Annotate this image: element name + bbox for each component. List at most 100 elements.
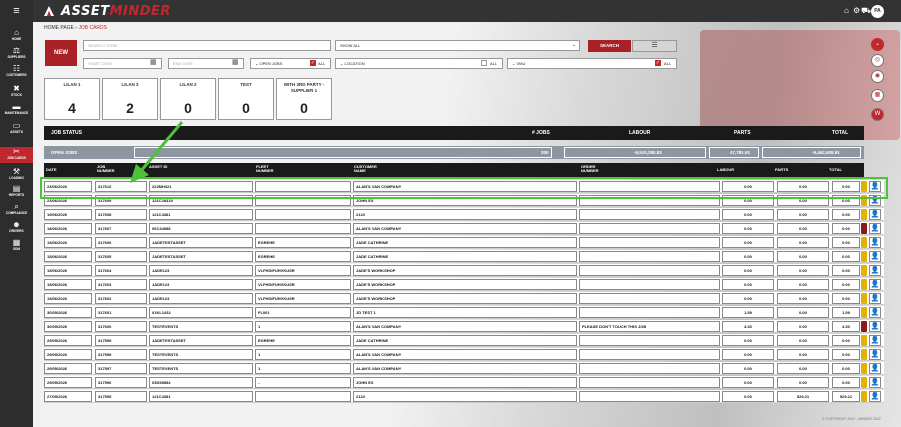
table-row[interactable]: 18/06/2026 317607 06C34988 ALAN'S VAN COMPA… (44, 222, 884, 235)
user-icon[interactable]: 👤 (869, 307, 881, 318)
table-row[interactable]: 15/06/2026 317602 JADE123 VLFHDIFUHVKUSR JAD… (44, 292, 884, 305)
collapse-chevron-icon[interactable]: ⌄ (871, 38, 884, 51)
col-job-number[interactable]: JOB NUMBER (97, 165, 122, 173)
cell-parts: 0.00 (777, 363, 829, 374)
calendar-icon[interactable]: ▦ (871, 89, 884, 102)
table-row[interactable]: 29/05/2026 317597 TESTEVENTS 1 ALAN'S VAN CO… (44, 362, 884, 375)
user-icon[interactable]: 👤 (869, 223, 881, 234)
user-icon[interactable]: 👤 (869, 349, 881, 360)
user-icon[interactable]: 👤 (869, 377, 881, 388)
col-total[interactable]: TOTAL (829, 168, 842, 172)
vmu-all-checkbox[interactable]: ✓ (655, 60, 661, 66)
sidebar-item-stock[interactable]: ✖ STOCK (0, 84, 33, 100)
table-row[interactable]: 29/05/2026 317599 JADETESTASSET EGREHE JADE … (44, 334, 884, 347)
logo[interactable]: ASSETMINDER (43, 4, 171, 19)
sidebar-item-compliance[interactable]: ⌕ COMPLIANCE (0, 202, 33, 218)
cell-asset-id: JADETESTASSET (149, 251, 253, 262)
user-icon[interactable]: 👤 (869, 335, 881, 346)
new-job-button[interactable]: NEW (45, 40, 77, 66)
col-labour[interactable]: LABOUR (717, 168, 734, 172)
table-row[interactable]: 19/06/2026 317608 121C4381 2124 0.00 0.00 0.00… (44, 208, 884, 221)
user-icon[interactable]: 👤 (869, 209, 881, 220)
all-label: ALL (490, 61, 498, 66)
target-icon[interactable]: ◉ (871, 70, 884, 83)
table-row[interactable]: 15/06/2026 317605 JADETESTASSET EGREHE JADE … (44, 250, 884, 263)
location-all-checkbox[interactable] (481, 60, 487, 66)
user-icon[interactable]: 👤 (869, 237, 881, 248)
user-icon[interactable]: 👤 (869, 265, 881, 276)
open-jobs-label: OPEN JOBS (51, 150, 78, 155)
table-row[interactable]: 29/05/2026 317596 03D98584.. JOHN EX 0.00 0.0… (44, 376, 884, 389)
col-date[interactable]: DATE (46, 168, 57, 172)
compass-icon[interactable]: ◎ (871, 54, 884, 67)
sidebar-item-customers[interactable]: ☷ CUSTOMERS (0, 64, 33, 80)
open-jobs-labour: -9,510,280.83 (634, 150, 662, 155)
col-order-number[interactable]: ORDER NUMBER (581, 165, 611, 173)
sidebar-item-drivers[interactable]: ☻ DRIVERS (0, 220, 33, 236)
cell-labour: 0.00 (722, 223, 774, 234)
cell-parts: 0.00 (777, 209, 829, 220)
search-button[interactable]: SEARCH (588, 40, 631, 52)
status-card-lilan-1[interactable]: LILAN 1 4 (44, 78, 100, 120)
sidebar-item-sdm[interactable]: ▦ SDM (0, 238, 33, 254)
sidebar-item-menu[interactable]: ≡ (0, 5, 33, 19)
avatar[interactable]: PA (871, 5, 884, 18)
cell-order-number (579, 237, 720, 248)
sidebar-item-suppliers[interactable]: ⚖ SUPPLIERS (0, 46, 33, 62)
table-row[interactable]: 15/06/2026 317604 JADE123 VLFHDIFUHVKUSR JAD… (44, 264, 884, 277)
card-value: 4 (68, 100, 76, 116)
calendar-icon[interactable]: ▦ (150, 58, 157, 66)
cell-date: 29/05/2026 (44, 335, 92, 346)
user-icon[interactable]: 👤 (869, 321, 881, 332)
search-input[interactable]: SEARCH TERM (83, 40, 331, 51)
sidebar-item-job-cards[interactable]: ✂ JOB CARDS (0, 147, 33, 163)
user-icon[interactable]: 👤 (869, 293, 881, 304)
table-row[interactable]: 15/06/2026 317603 JADE123 VLFHDIFUHVKUSR JAD… (44, 278, 884, 291)
calendar-icon[interactable]: ▦ (232, 58, 239, 66)
user-icon[interactable]: 👤 (869, 391, 881, 402)
breadcrumb-home[interactable]: HOME PAGE (44, 25, 74, 31)
status-card-lilan-2[interactable]: LILAN 2 0 (160, 78, 216, 120)
user-icon[interactable]: 👤 (869, 363, 881, 374)
parts-header: PARTS (734, 130, 751, 136)
table-row[interactable]: 27/05/2026 317595 121C4381 2124 0.00 529.21 52… (44, 390, 884, 403)
filter-sliders-icon[interactable]: ☰ (632, 40, 677, 52)
sidebar-item-home[interactable]: ⌂ HOME (0, 28, 33, 44)
status-indicator (861, 335, 867, 346)
user-icon[interactable]: 👤 (869, 251, 881, 262)
open-jobs-all-checkbox[interactable]: ✓ (310, 60, 316, 66)
show-all-select[interactable]: SHOW ALL ⌄ (335, 40, 580, 51)
col-parts[interactable]: PARTS (775, 168, 788, 172)
status-indicator (861, 265, 867, 276)
card-title: LILAN 3 (121, 82, 139, 87)
web-icon[interactable]: W (871, 108, 884, 121)
status-card-lilan-3[interactable]: LILAN 3 2 (102, 78, 158, 120)
table-row[interactable]: 30/05/2026 317601 01KL1432 FL001 JD TEST 1 1.… (44, 306, 884, 319)
table-row[interactable]: 30/05/2026 317600 TESTEVENTS 1 ALAN'S VAN CO… (44, 320, 884, 333)
table-row[interactable]: 29/05/2026 317598 TESTEVENTS 1 ALAN'S VAN CO… (44, 348, 884, 361)
compliance-icon: ⌕ (14, 202, 19, 211)
location-select[interactable]: ⌄ LOCATION (335, 58, 503, 69)
gear-icon[interactable]: ⚙ (853, 6, 860, 16)
cell-asset-id: 03D98584 (149, 377, 253, 388)
cell-fleet-number (255, 391, 351, 402)
user-icon[interactable]: 👤 (869, 279, 881, 290)
open-jobs-row[interactable]: OPEN JOBS 200 -9,510,280.83 47,781.91 -9… (44, 146, 864, 159)
col-asset-id[interactable]: ASSET ID (149, 165, 179, 169)
sidebar-item-assets[interactable]: ▭ ASSETS (0, 121, 33, 137)
sidebar-item-loading[interactable]: ⚒ LOADING (0, 167, 33, 183)
cell-job-number: 317607 (95, 223, 147, 234)
status-card-3rd-party[interactable]: WITH 3RD PARTY - SUPPLIER 1 0 (276, 78, 332, 120)
home-icon[interactable]: ⌂ (844, 6, 849, 16)
cell-job-number: 317601 (95, 307, 147, 318)
table-row[interactable]: 15/06/2026 317606 JADETESTASSET EGREHE JADE … (44, 236, 884, 249)
status-card-test[interactable]: TEST 0 (218, 78, 274, 120)
truck-icon[interactable]: ⛟ (861, 6, 871, 16)
col-fleet-number[interactable]: FLEET NUMBER (256, 165, 286, 173)
sidebar-item-reports[interactable]: ▤ REPORTS (0, 184, 33, 200)
cell-customer-name: JADE'S WORKSHOP (353, 279, 577, 290)
col-customer-name[interactable]: CUSTOMER NAME (354, 165, 384, 173)
vmu-select[interactable]: ⌄ VMU (507, 58, 677, 69)
cell-job-number: 317608 (95, 209, 147, 220)
sidebar-item-maintenance[interactable]: ▬ MAINTENANCE (0, 102, 33, 118)
